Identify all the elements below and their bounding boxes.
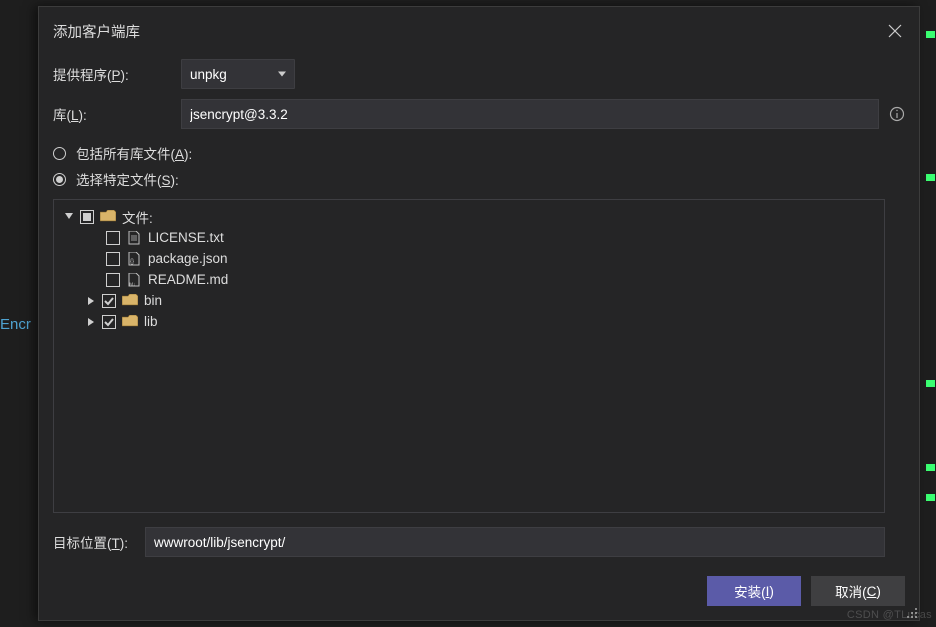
provider-label: 提供程序(P): xyxy=(53,64,171,84)
dialog-title: 添加客户端库 xyxy=(53,21,140,42)
provider-select[interactable]: unpkg xyxy=(181,59,295,89)
file-checkbox[interactable] xyxy=(106,231,120,245)
chevron-down-icon[interactable] xyxy=(64,213,74,221)
tree-folder-row[interactable]: bin xyxy=(58,290,880,311)
svg-text:M↓: M↓ xyxy=(129,281,135,286)
root-checkbox[interactable] xyxy=(80,210,94,224)
radio-select-specific[interactable]: 选择特定文件(S): xyxy=(53,169,885,189)
txt-file-icon xyxy=(126,231,142,245)
library-input[interactable] xyxy=(181,99,879,129)
folder-checkbox[interactable] xyxy=(102,315,116,329)
target-label: 目标位置(T): xyxy=(53,532,135,552)
folder-icon xyxy=(122,294,138,308)
file-checkbox[interactable] xyxy=(106,252,120,266)
info-icon xyxy=(889,106,905,122)
close-button[interactable] xyxy=(885,21,905,41)
watermark: CSDN @TLucas xyxy=(847,609,932,621)
md-file-icon: M↓ xyxy=(126,273,142,287)
add-client-lib-dialog: 添加客户端库 提供程序(P): unpkg 库(L): 包括所有库文件(A): … xyxy=(38,6,920,621)
editor-scrollbar xyxy=(922,0,936,627)
file-name: LICENSE.txt xyxy=(148,230,224,245)
install-button[interactable]: 安装(I) xyxy=(707,576,801,606)
json-file-icon: {} xyxy=(126,252,142,266)
tree-root[interactable]: 文件: xyxy=(58,206,880,227)
tree-file-row[interactable]: M↓ README.md xyxy=(58,269,880,290)
folder-icon xyxy=(122,315,138,329)
file-name: package.json xyxy=(148,251,228,266)
file-tree[interactable]: 文件: LICENSE.txt {} package.json M↓ READM… xyxy=(53,199,885,513)
target-input[interactable] xyxy=(145,527,885,557)
folder-icon xyxy=(100,210,116,224)
tree-file-row[interactable]: {} package.json xyxy=(58,248,880,269)
tree-folder-row[interactable]: lib xyxy=(58,311,880,332)
chevron-right-icon[interactable] xyxy=(86,297,96,305)
file-name: README.md xyxy=(148,272,228,287)
cancel-button[interactable]: 取消(C) xyxy=(811,576,905,606)
close-icon xyxy=(888,24,902,38)
folder-name: lib xyxy=(144,314,158,329)
folder-name: bin xyxy=(144,293,162,308)
folder-checkbox[interactable] xyxy=(102,294,116,308)
svg-text:{}: {} xyxy=(130,259,134,265)
radio-include-all[interactable]: 包括所有库文件(A): xyxy=(53,143,885,163)
background-code-fragment: Encr xyxy=(0,316,31,333)
file-checkbox[interactable] xyxy=(106,273,120,287)
tree-file-row[interactable]: LICENSE.txt xyxy=(58,227,880,248)
library-label: 库(L): xyxy=(53,104,171,124)
tree-root-label: 文件: xyxy=(122,207,153,227)
chevron-right-icon[interactable] xyxy=(86,318,96,326)
